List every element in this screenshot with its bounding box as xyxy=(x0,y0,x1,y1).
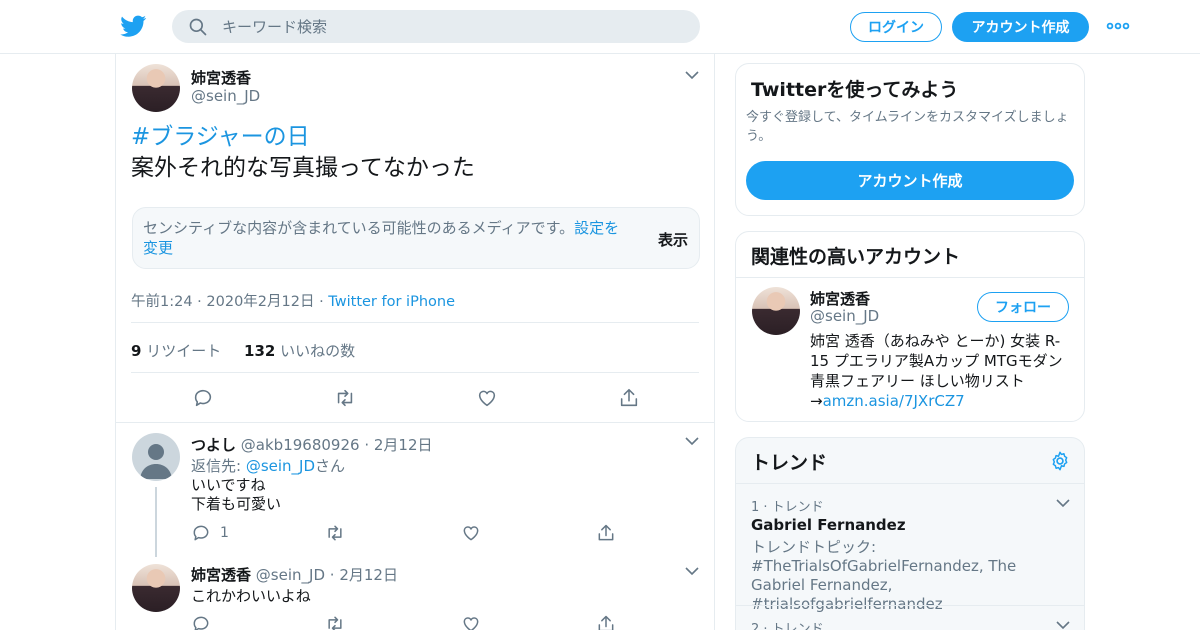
reply-icon[interactable] xyxy=(192,387,214,409)
reply-avatar[interactable] xyxy=(132,564,180,612)
chevron-down-icon[interactable] xyxy=(1056,620,1070,630)
reply-to-handle[interactable]: @sein_JD xyxy=(246,457,315,475)
related-handle[interactable]: @sein_JD xyxy=(810,307,879,325)
trends-title: トレンド xyxy=(751,452,828,474)
reply-line-1: いいですね xyxy=(191,476,266,494)
like-stat[interactable]: 132 いいねの数 xyxy=(244,342,355,360)
tweet-text: #ブラジャーの日 案外それ的な写真撮ってなかった xyxy=(131,122,475,184)
divider xyxy=(736,483,1084,484)
retweet-icon[interactable] xyxy=(334,387,356,409)
divider xyxy=(736,277,1084,278)
divider xyxy=(131,372,699,373)
trend-meta: 2 · トレンド xyxy=(751,622,824,630)
reply-line-2: 下着も可愛い xyxy=(191,495,282,513)
chevron-down-icon[interactable] xyxy=(685,436,699,446)
tweet-timestamp[interactable]: 午前1:24 · 2020年2月12日 xyxy=(131,294,314,310)
show-media-button[interactable]: 表示 xyxy=(658,229,688,250)
related-bio: 姉宮 透香（あねみや とーか) 女装 R-15 プエラリア製Aカップ MTGモダ… xyxy=(810,331,1072,411)
like-icon[interactable] xyxy=(476,387,498,409)
reply-date[interactable]: · 2月12日 xyxy=(364,436,432,454)
reply-author-name[interactable]: 姉宮透香 xyxy=(191,566,251,584)
retweet-icon[interactable] xyxy=(325,523,345,543)
like-icon[interactable] xyxy=(461,614,481,630)
more-dots-icon[interactable] xyxy=(1106,18,1130,34)
sensitive-notice-text: センシティブな内容が含まれている可能性のあるメディアです。設定を変更 xyxy=(143,218,633,258)
sensitive-notice-label: センシティブな内容が含まれている可能性のあるメディアです。 xyxy=(143,219,575,237)
author-handle[interactable]: @sein_JD xyxy=(191,87,260,105)
top-navigation-bar: ログイン アカウント作成 xyxy=(0,0,1200,54)
related-card-title: 関連性の高いアカウント xyxy=(751,246,961,268)
search-box[interactable] xyxy=(172,10,700,43)
chevron-down-icon[interactable] xyxy=(1056,498,1070,508)
divider xyxy=(116,422,714,423)
trend-name: Gabriel Fernandez xyxy=(751,516,906,534)
reply-author-name[interactable]: つよし xyxy=(191,436,236,454)
share-icon[interactable] xyxy=(618,387,640,409)
trends-card: トレンド 1 · トレンド Gabriel Fernandez トレンドトピック… xyxy=(735,437,1085,630)
default-avatar-icon xyxy=(140,444,172,479)
twitter-bird-icon[interactable] xyxy=(120,13,147,39)
thread-connector xyxy=(155,487,157,557)
trend-meta: 1 · トレンド xyxy=(751,500,824,515)
chevron-down-icon[interactable] xyxy=(685,566,699,576)
chevron-down-icon[interactable] xyxy=(685,70,699,80)
reply-author-handle[interactable]: @sein_JD xyxy=(256,566,325,584)
retweet-stat[interactable]: 9 リツイート xyxy=(131,342,221,360)
tweet-source[interactable]: Twitter for iPhone xyxy=(328,294,455,310)
meta-separator: · xyxy=(319,294,324,310)
reply-to-line: 返信先: @sein_JDさん xyxy=(191,455,345,476)
signup-card-title: Twitterを使ってみよう xyxy=(751,79,959,101)
reply-count: 1 xyxy=(220,525,229,541)
tweet-stats: 9 リツイート 132 いいねの数 xyxy=(131,340,355,361)
retweet-icon[interactable] xyxy=(325,614,345,630)
related-avatar[interactable] xyxy=(752,287,800,335)
reply-text: いいですね 下着も可愛い xyxy=(191,476,281,514)
settings-gear-icon[interactable] xyxy=(1049,450,1071,472)
search-icon xyxy=(189,18,207,36)
signup-button[interactable]: アカウント作成 xyxy=(952,12,1089,42)
signup-card-button[interactable]: アカウント作成 xyxy=(746,161,1074,200)
main-column: 姉宮透香 @sein_JD #ブラジャーの日 案外それ的な写真撮ってなかった セ… xyxy=(115,54,715,630)
reply-avatar[interactable] xyxy=(132,433,180,481)
reply-to-prefix: 返信先: xyxy=(191,457,246,475)
search-input[interactable] xyxy=(222,10,682,43)
sensitive-media-notice: センシティブな内容が含まれている可能性のあるメディアです。設定を変更 表示 xyxy=(132,207,700,269)
divider xyxy=(131,322,699,323)
related-bio-link[interactable]: amzn.asia/7JXrCZ7 xyxy=(823,392,965,410)
trend-topics: トレンドトピック: #TheTrialsOfGabrielFernandez, … xyxy=(751,538,1017,613)
tweet-hashtag[interactable]: #ブラジャーの日 xyxy=(131,122,475,153)
author-avatar[interactable] xyxy=(132,64,180,112)
follow-button[interactable]: フォロー xyxy=(977,292,1069,322)
reply-icon[interactable] xyxy=(191,523,211,543)
reply-icon[interactable] xyxy=(191,614,211,630)
reply-to-suffix: さん xyxy=(315,457,346,475)
signup-card: Twitterを使ってみよう 今すぐ登録して、タイムラインをカスタマイズしましょ… xyxy=(735,63,1085,216)
tweet-meta: 午前1:24 · 2020年2月12日 · Twitter for iPhone xyxy=(131,290,455,311)
reply-header: つよし @akb19680926 · 2月12日 xyxy=(191,434,433,455)
related-accounts-card: 関連性の高いアカウント 姉宮透香 @sein_JD フォロー 姉宮 透香（あねみ… xyxy=(735,231,1085,422)
tweet-body: 案外それ的な写真撮ってなかった xyxy=(131,155,475,181)
share-icon[interactable] xyxy=(596,614,616,630)
reply-author-handle[interactable]: @akb19680926 xyxy=(241,436,360,454)
signup-card-description: 今すぐ登録して、タイムラインをカスタマイズしましょう。 xyxy=(746,110,1069,144)
reply-header: 姉宮透香 @sein_JD · 2月12日 xyxy=(191,564,398,585)
related-name[interactable]: 姉宮透香 xyxy=(810,288,870,309)
reply-text: これかわいいよね xyxy=(191,587,311,605)
divider xyxy=(736,605,1084,606)
author-name[interactable]: 姉宮透香 xyxy=(191,67,251,88)
reply-date[interactable]: · 2月12日 xyxy=(330,566,398,584)
share-icon[interactable] xyxy=(596,523,616,543)
like-icon[interactable] xyxy=(461,523,481,543)
login-button[interactable]: ログイン xyxy=(850,12,942,42)
